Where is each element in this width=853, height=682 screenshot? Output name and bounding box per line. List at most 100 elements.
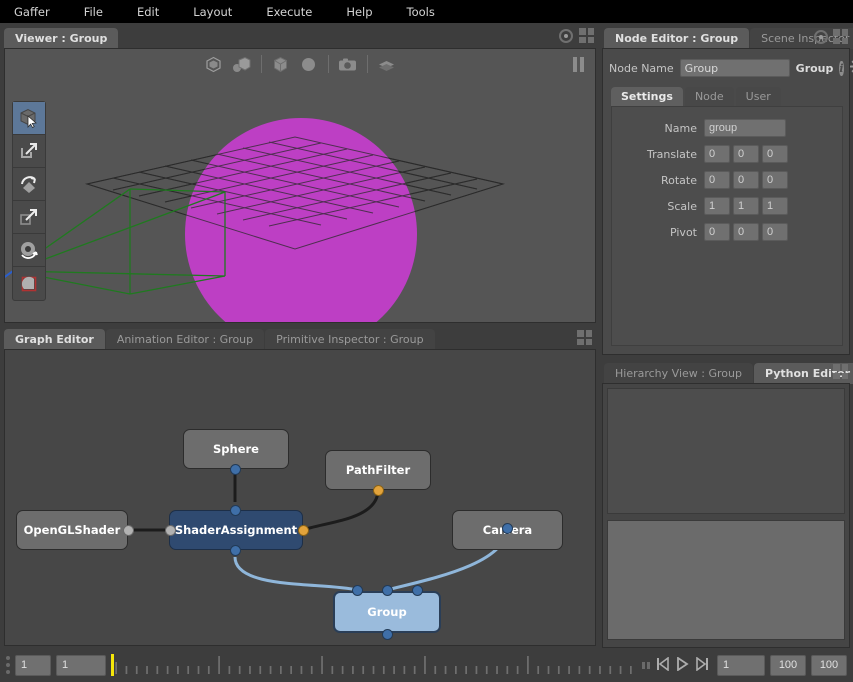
menu-item-help[interactable]: Help [346, 3, 372, 21]
node-graph-canvas[interactable]: Sphere PathFilter OpenGLShader ShaderAss… [4, 349, 596, 646]
menu-item-layout[interactable]: Layout [193, 3, 232, 21]
timeline-playhead[interactable] [111, 654, 114, 676]
tab-node[interactable]: Node [684, 87, 734, 107]
tab-settings[interactable]: Settings [611, 87, 683, 107]
openglshader-output-plug[interactable] [123, 525, 134, 536]
python-input-area[interactable] [607, 520, 845, 640]
tab-graph-editor[interactable]: Graph Editor [4, 329, 105, 350]
timeline-range-end-input[interactable] [811, 654, 847, 676]
param-input-name[interactable] [704, 119, 786, 137]
select-tool[interactable] [13, 102, 45, 135]
rotate-tool[interactable] [13, 168, 45, 201]
param-label-translate: Translate [647, 147, 697, 161]
shaded-objects-icon[interactable] [229, 52, 255, 76]
timeline-ruler[interactable] [111, 654, 636, 676]
group-input-plug-0[interactable] [352, 585, 363, 596]
pause-button[interactable] [569, 54, 587, 74]
timeline-right-handle[interactable] [642, 661, 650, 669]
python-editor-layout-grid-icon[interactable] [833, 364, 848, 379]
viewer-top-toolbar [5, 49, 595, 79]
graph-layout-grid-icon[interactable] [577, 330, 592, 345]
group-output-plug[interactable] [382, 629, 393, 640]
crop-window-tool[interactable] [13, 267, 45, 300]
layers-icon[interactable] [374, 52, 400, 76]
tab-node-editor-group[interactable]: Node Editor : Group [604, 28, 750, 49]
menu-item-edit[interactable]: Edit [137, 3, 159, 21]
shaderassignment-scene-input-plug[interactable] [230, 505, 241, 516]
tab-animation-editor[interactable]: Animation Editor : Group [105, 329, 265, 350]
layout-grid-icon[interactable] [579, 28, 594, 43]
play-icon[interactable] [676, 655, 689, 674]
viewer-corner-controls [559, 28, 594, 43]
param-row-rotate: Rotate [612, 169, 842, 191]
graph-node-group[interactable]: Group [333, 591, 441, 633]
shaderassignment-filter-input-plug[interactable] [298, 525, 309, 536]
toolbar-separator-1 [260, 55, 262, 73]
param-input-scale-y[interactable] [733, 197, 759, 215]
param-row-scale: Scale [612, 195, 842, 217]
group-input-plug-2[interactable] [412, 585, 423, 596]
sphere-output-plug[interactable] [230, 464, 241, 475]
param-input-scale-z[interactable] [762, 197, 788, 215]
param-input-translate-x[interactable] [704, 145, 730, 163]
node-editor-body: Node Name Group i [602, 48, 853, 355]
tab-user[interactable]: User [735, 87, 781, 107]
node-name-label: Node Name [609, 61, 674, 75]
param-input-pivot-y[interactable] [733, 223, 759, 241]
bounding-box-icon[interactable] [201, 52, 227, 76]
tab-hierarchy-view[interactable]: Hierarchy View : Group [604, 363, 753, 384]
param-input-pivot-z[interactable] [762, 223, 788, 241]
shaderassignment-shader-input-plug[interactable] [165, 525, 176, 536]
skip-to-start-icon[interactable] [656, 655, 669, 674]
timeline-bar [0, 648, 853, 682]
param-input-translate-y[interactable] [733, 145, 759, 163]
node-name-input[interactable] [679, 59, 790, 77]
param-row-name: Name [612, 117, 842, 139]
scene-3d-render [5, 49, 595, 322]
param-input-scale-x[interactable] [704, 197, 730, 215]
viewer-viewport[interactable] [4, 48, 596, 323]
tab-primitive-inspector[interactable]: Primitive Inspector : Group [265, 329, 435, 350]
param-input-rotate-y[interactable] [733, 171, 759, 189]
graph-node-shaderassignment[interactable]: ShaderAssignment [169, 510, 303, 550]
timeline-current-frame-input[interactable] [56, 654, 106, 676]
graph-node-pathfilter[interactable]: PathFilter [325, 450, 431, 490]
param-input-rotate-x[interactable] [704, 171, 730, 189]
menu-item-tools[interactable]: Tools [407, 3, 435, 21]
camera-orbit-tool[interactable] [13, 234, 45, 267]
scale-tool[interactable] [13, 201, 45, 234]
node-settings-form: Name Translate Rotate Scale [611, 106, 843, 346]
menu-item-file[interactable]: File [84, 3, 103, 21]
node-name-row: Node Name Group i [603, 57, 853, 79]
playback-controls [656, 655, 709, 674]
node-editor-layout-grid-icon[interactable] [833, 29, 848, 44]
tab-viewer-group[interactable]: Viewer : Group [4, 28, 119, 49]
shaderassignment-output-plug[interactable] [230, 545, 241, 556]
camera-output-plug[interactable] [502, 523, 513, 534]
group-input-plug-1[interactable] [382, 585, 393, 596]
timeline-start-frame-input[interactable] [15, 654, 51, 676]
info-icon[interactable]: i [839, 60, 844, 76]
cube-primitive-icon[interactable] [268, 52, 294, 76]
graph-node-openglshader[interactable]: OpenGLShader [16, 510, 128, 550]
skip-to-end-icon[interactable] [696, 655, 709, 674]
param-input-translate-z[interactable] [762, 145, 788, 163]
timeline-end-frame-input[interactable] [770, 654, 806, 676]
param-input-rotate-z[interactable] [762, 171, 788, 189]
pathfilter-output-plug[interactable] [373, 485, 384, 496]
timeline-drag-handle[interactable] [6, 656, 10, 674]
menu-item-execute[interactable]: Execute [266, 3, 312, 21]
node-editor-inner-tabs: Settings Node User [611, 85, 843, 107]
param-row-pivot: Pivot [612, 221, 842, 243]
node-editor-pin-icon[interactable] [814, 29, 828, 44]
python-output-area[interactable] [607, 388, 845, 514]
sphere-primitive-icon[interactable] [296, 52, 322, 76]
param-input-pivot-x[interactable] [704, 223, 730, 241]
camera-icon[interactable] [335, 52, 361, 76]
menu-item-gaffer[interactable]: Gaffer [14, 3, 50, 21]
gear-icon[interactable] [849, 59, 853, 77]
graph-node-sphere[interactable]: Sphere [183, 429, 289, 469]
timeline-playback-frame-input[interactable] [717, 654, 765, 676]
pin-target-icon[interactable] [559, 28, 573, 43]
translate-tool[interactable] [13, 135, 45, 168]
